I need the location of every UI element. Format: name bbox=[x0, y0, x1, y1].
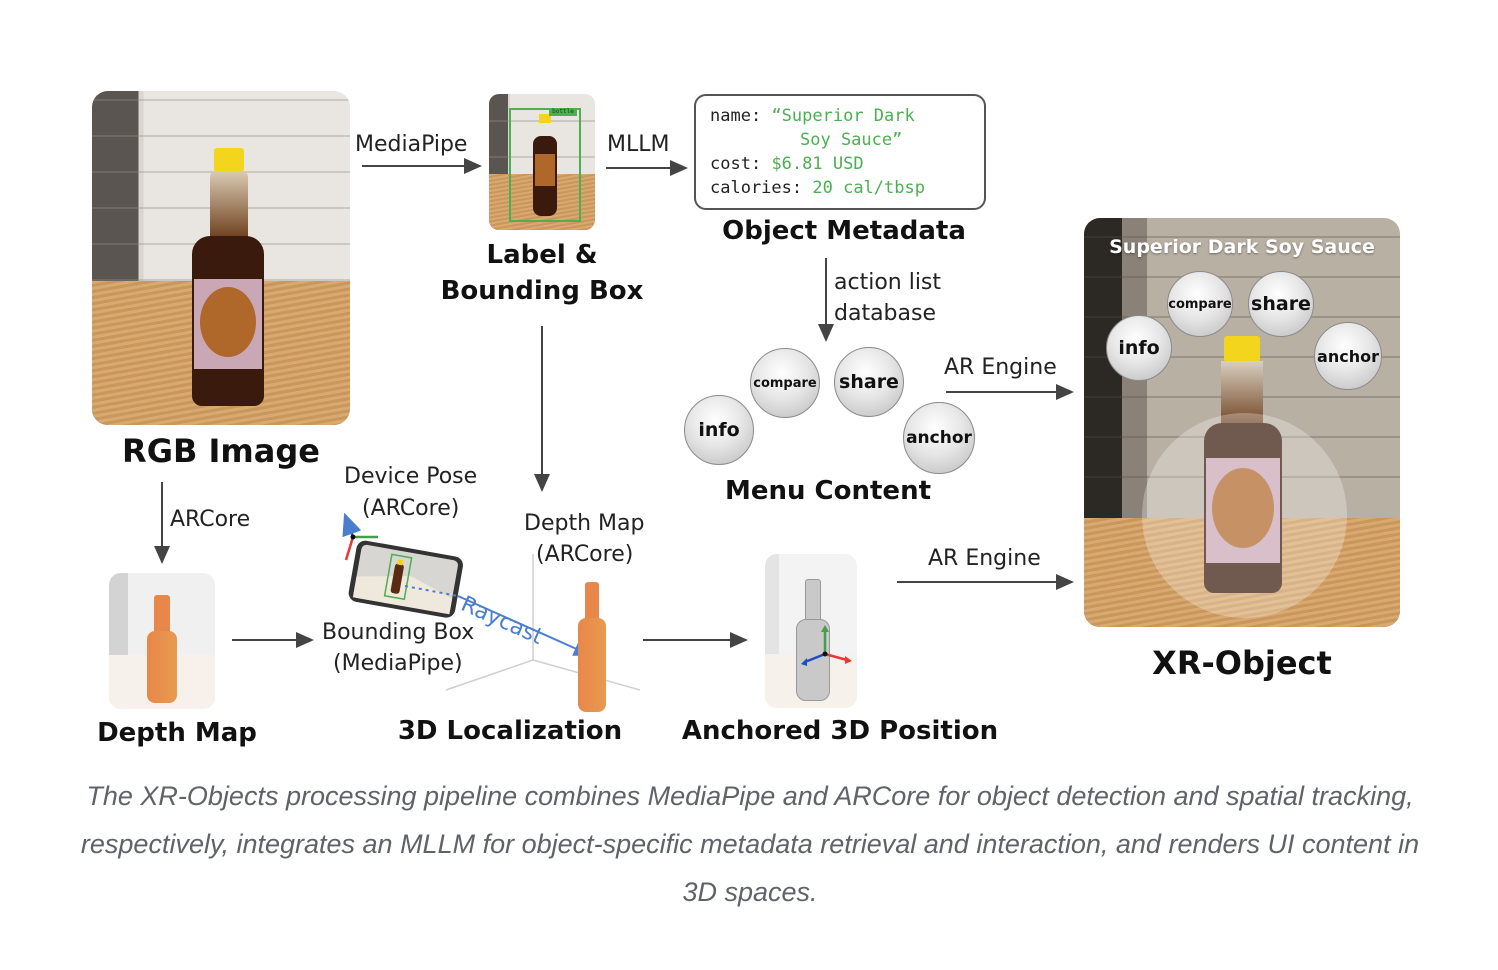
edge-label-ar-engine-bottom: AR Engine bbox=[928, 546, 1041, 571]
object-metadata-title: Object Metadata bbox=[722, 216, 966, 246]
menu-button-info[interactable]: info bbox=[684, 395, 754, 465]
depth-map-title: Depth Map bbox=[97, 718, 257, 748]
bottle-cap bbox=[1224, 336, 1260, 362]
menu-content-title: Menu Content bbox=[724, 476, 932, 506]
depth-bottle-body bbox=[578, 618, 606, 712]
metadata-key: calories: bbox=[710, 178, 803, 198]
metadata-key: cost: bbox=[710, 154, 762, 174]
depth-bottle-neck bbox=[154, 595, 170, 635]
device-pose-label-2: (ARCore) bbox=[362, 496, 460, 521]
bottle-cap bbox=[214, 148, 244, 172]
bbox-mediapipe-label-2: (MediaPipe) bbox=[333, 651, 463, 676]
depth-bottle-body bbox=[147, 631, 177, 703]
metadata-name-cont-row: Soy Sauce” bbox=[710, 128, 970, 152]
anchored-image bbox=[765, 554, 857, 708]
metadata-key: name: bbox=[710, 106, 762, 126]
bottle-label-emblem bbox=[200, 287, 256, 357]
xr-object-title: XR-Object bbox=[1152, 644, 1332, 682]
metadata-name-row: name: “Superior Dark bbox=[710, 104, 970, 128]
localization-title: 3D Localization bbox=[397, 716, 623, 746]
object-metadata-box: name: “Superior Dark Soy Sauce” cost: $6… bbox=[694, 94, 986, 210]
phone-icon bbox=[348, 540, 463, 618]
metadata-cost-row: cost: $6.81 USD bbox=[710, 152, 970, 176]
metadata-value: $6.81 USD bbox=[771, 154, 864, 174]
figure-caption: The XR-Objects processing pipeline combi… bbox=[80, 781, 1420, 907]
xr-button-info[interactable]: info bbox=[1106, 315, 1172, 381]
rgb-image-title: RGB Image bbox=[122, 432, 320, 470]
label-bbox-title-1: Label & bbox=[486, 240, 598, 270]
detection-tag: bottle bbox=[549, 108, 577, 116]
bottle-neck bbox=[210, 171, 248, 241]
menu-button-compare[interactable]: compare bbox=[750, 348, 820, 418]
xr-button-compare[interactable]: compare bbox=[1167, 271, 1233, 337]
edge-label-ar-engine-top: AR Engine bbox=[944, 355, 1057, 380]
metadata-value: “Superior Dark bbox=[771, 106, 915, 126]
edge-label-mllm: MLLM bbox=[607, 132, 670, 157]
depth-map-arcore-label-1: Depth Map bbox=[524, 511, 645, 536]
bounding-box bbox=[509, 108, 581, 222]
metadata-value: 20 cal/tbsp bbox=[812, 178, 925, 198]
edge-label-action-list-1: action list bbox=[834, 270, 942, 295]
label-bbox-title-2: Bounding Box bbox=[440, 276, 644, 306]
edge-label-arcore: ARCore bbox=[170, 507, 251, 532]
anchored-title: Anchored 3D Position bbox=[681, 716, 999, 746]
selection-halo bbox=[1142, 413, 1347, 618]
depth-bottle-neck bbox=[585, 582, 599, 622]
anchor-axes-icon bbox=[801, 625, 852, 666]
depth-map-image bbox=[109, 573, 215, 709]
menu-button-anchor[interactable]: anchor bbox=[903, 402, 975, 474]
rgb-image bbox=[92, 91, 350, 425]
bbox-mediapipe-label-1: Bounding Box bbox=[322, 620, 475, 645]
depth-map-arcore-label-2: (ARCore) bbox=[536, 542, 634, 567]
edge-label-action-list-2: database bbox=[834, 301, 936, 326]
xr-button-anchor[interactable]: anchor bbox=[1314, 322, 1382, 390]
menu-button-share[interactable]: share bbox=[834, 347, 904, 417]
xr-overlay-title: Superior Dark Soy Sauce bbox=[1109, 236, 1375, 258]
xr-object-image: Superior Dark Soy Sauce info compare sha… bbox=[1084, 218, 1400, 627]
localization-bottle bbox=[578, 582, 606, 712]
metadata-value: Soy Sauce” bbox=[800, 130, 903, 150]
device-pose-label-1: Device Pose bbox=[344, 464, 478, 489]
metadata-calories-row: calories: 20 cal/tbsp bbox=[710, 176, 970, 200]
xr-button-share[interactable]: share bbox=[1248, 271, 1314, 337]
label-bbox-image: bottle bbox=[489, 94, 595, 230]
edge-label-mediapipe: MediaPipe bbox=[355, 132, 468, 157]
